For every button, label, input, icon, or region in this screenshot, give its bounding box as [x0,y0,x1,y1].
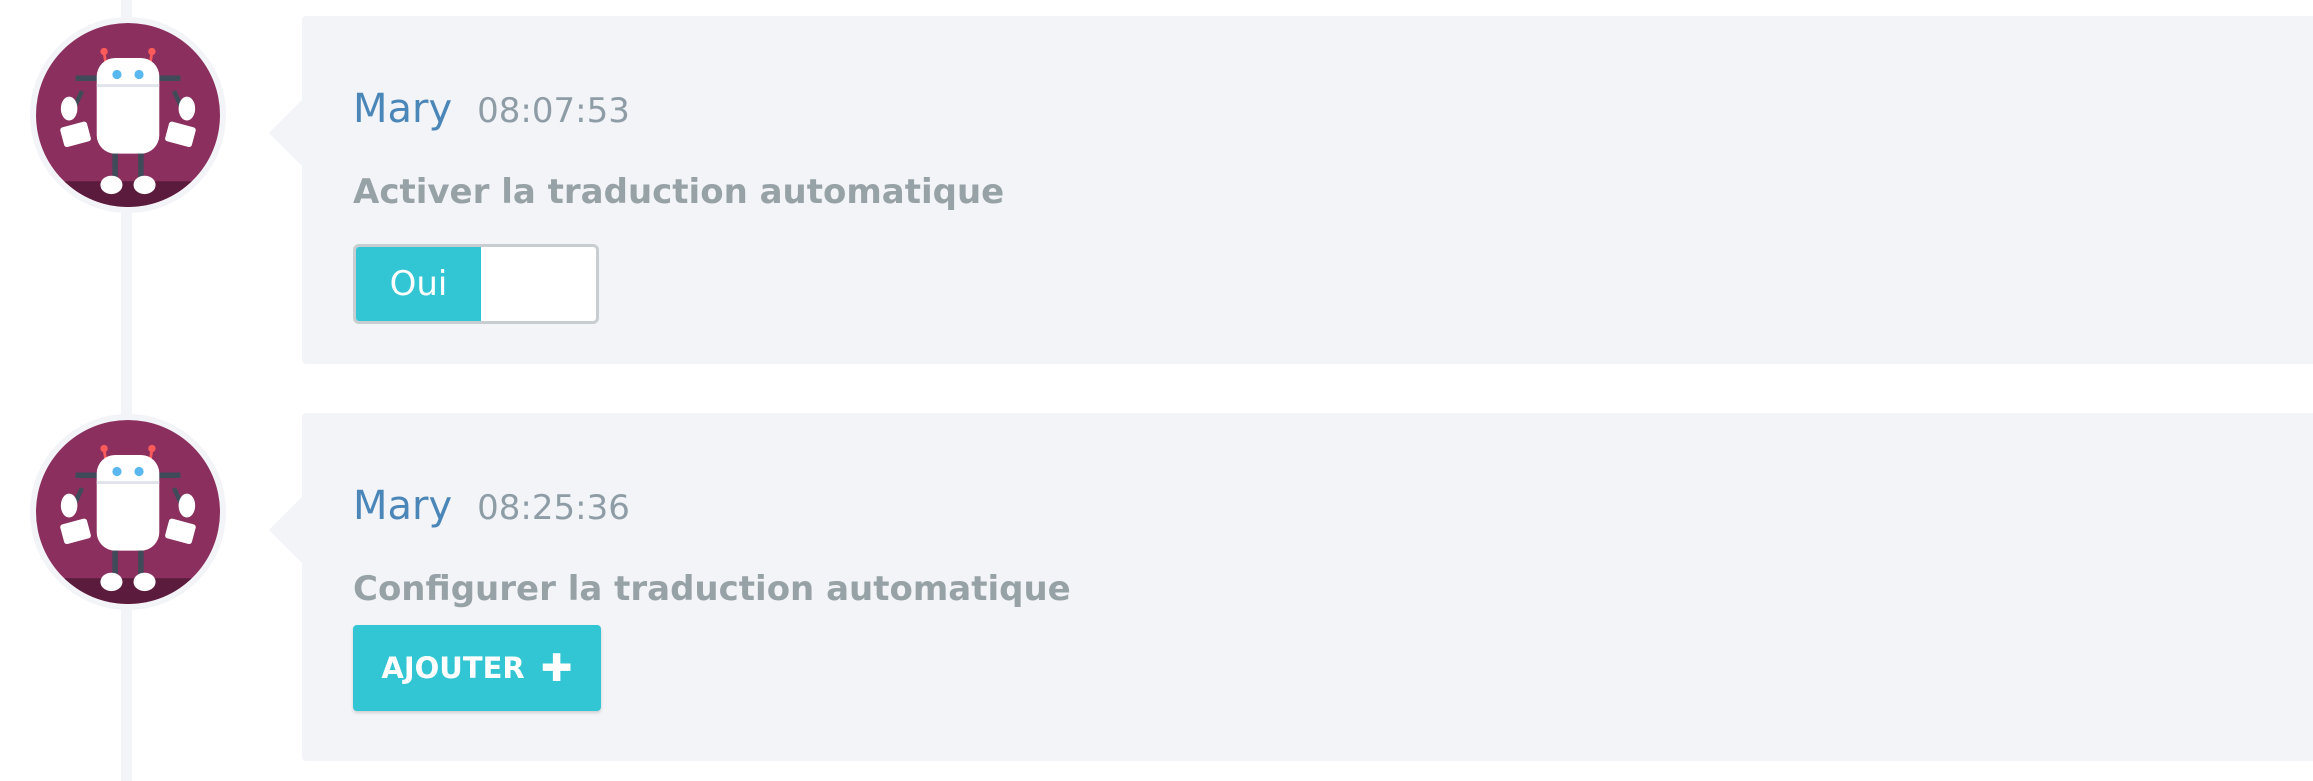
avatar [30,414,226,610]
message-question: Activer la traduction automatique [353,172,1005,212]
author-name: Mary [353,86,453,132]
message-timestamp: 08:07:53 [477,91,630,131]
robot-avatar-icon [36,420,220,604]
toggle-on-label: Oui [356,247,481,321]
message-timestamp: 08:25:36 [477,488,630,528]
robot-avatar-icon [36,23,220,207]
message-card: Mary 08:07:53 Activer la traduction auto… [269,16,2313,364]
message-card: Mary 08:25:36 Configurer la traduction a… [269,413,2313,761]
message-header: Mary 08:25:36 [353,483,630,529]
chat-timeline: Mary 08:07:53 Activer la traduction auto… [0,0,2313,781]
add-button-label: AJOUTER [381,651,525,685]
avatar [30,17,226,213]
add-button[interactable]: AJOUTER ✚ [353,625,601,711]
card-pointer [269,100,302,166]
translation-toggle[interactable]: Oui [353,244,599,324]
message-question: Configurer la traduction automatique [353,569,1071,609]
plus-icon: ✚ [540,646,573,690]
message-header: Mary 08:07:53 [353,86,630,132]
author-name: Mary [353,483,453,529]
card-pointer [269,497,302,563]
